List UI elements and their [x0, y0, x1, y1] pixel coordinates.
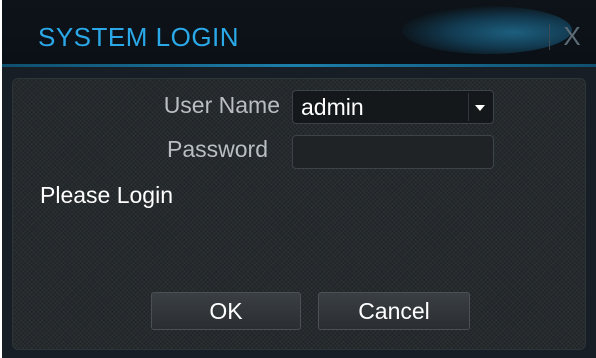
chevron-down-icon[interactable] [468, 93, 491, 121]
title-bar: SYSTEM LOGIN X [2, 0, 596, 66]
login-form-panel: User Name admin Password Please Login OK… [12, 78, 586, 350]
dialog-title: SYSTEM LOGIN [38, 22, 240, 52]
close-button[interactable]: X [558, 20, 586, 52]
username-label: User Name [163, 92, 280, 118]
title-accent-line [2, 64, 596, 67]
close-icon: X [563, 21, 581, 51]
title-divider [549, 24, 550, 50]
login-dialog: SYSTEM LOGIN X User Name admin Password … [2, 0, 596, 358]
username-select[interactable]: admin [292, 90, 494, 124]
title-bar-glow [402, 6, 572, 54]
password-field[interactable] [292, 135, 494, 169]
username-selected-value: admin [301, 94, 364, 120]
ok-button[interactable]: OK [151, 292, 301, 330]
password-label: Password [167, 136, 268, 162]
status-message: Please Login [40, 182, 173, 208]
cancel-button[interactable]: Cancel [318, 292, 470, 330]
